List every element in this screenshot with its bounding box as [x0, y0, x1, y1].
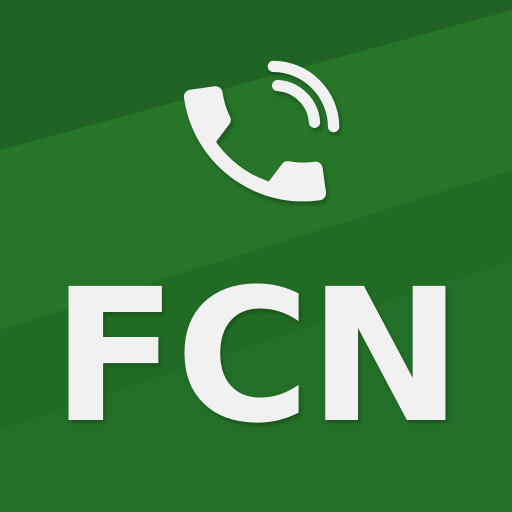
phone-ringing-icon [183, 60, 340, 202]
app-icon[interactable]: FCN [0, 0, 512, 512]
brand-text: FCN [51, 250, 463, 464]
